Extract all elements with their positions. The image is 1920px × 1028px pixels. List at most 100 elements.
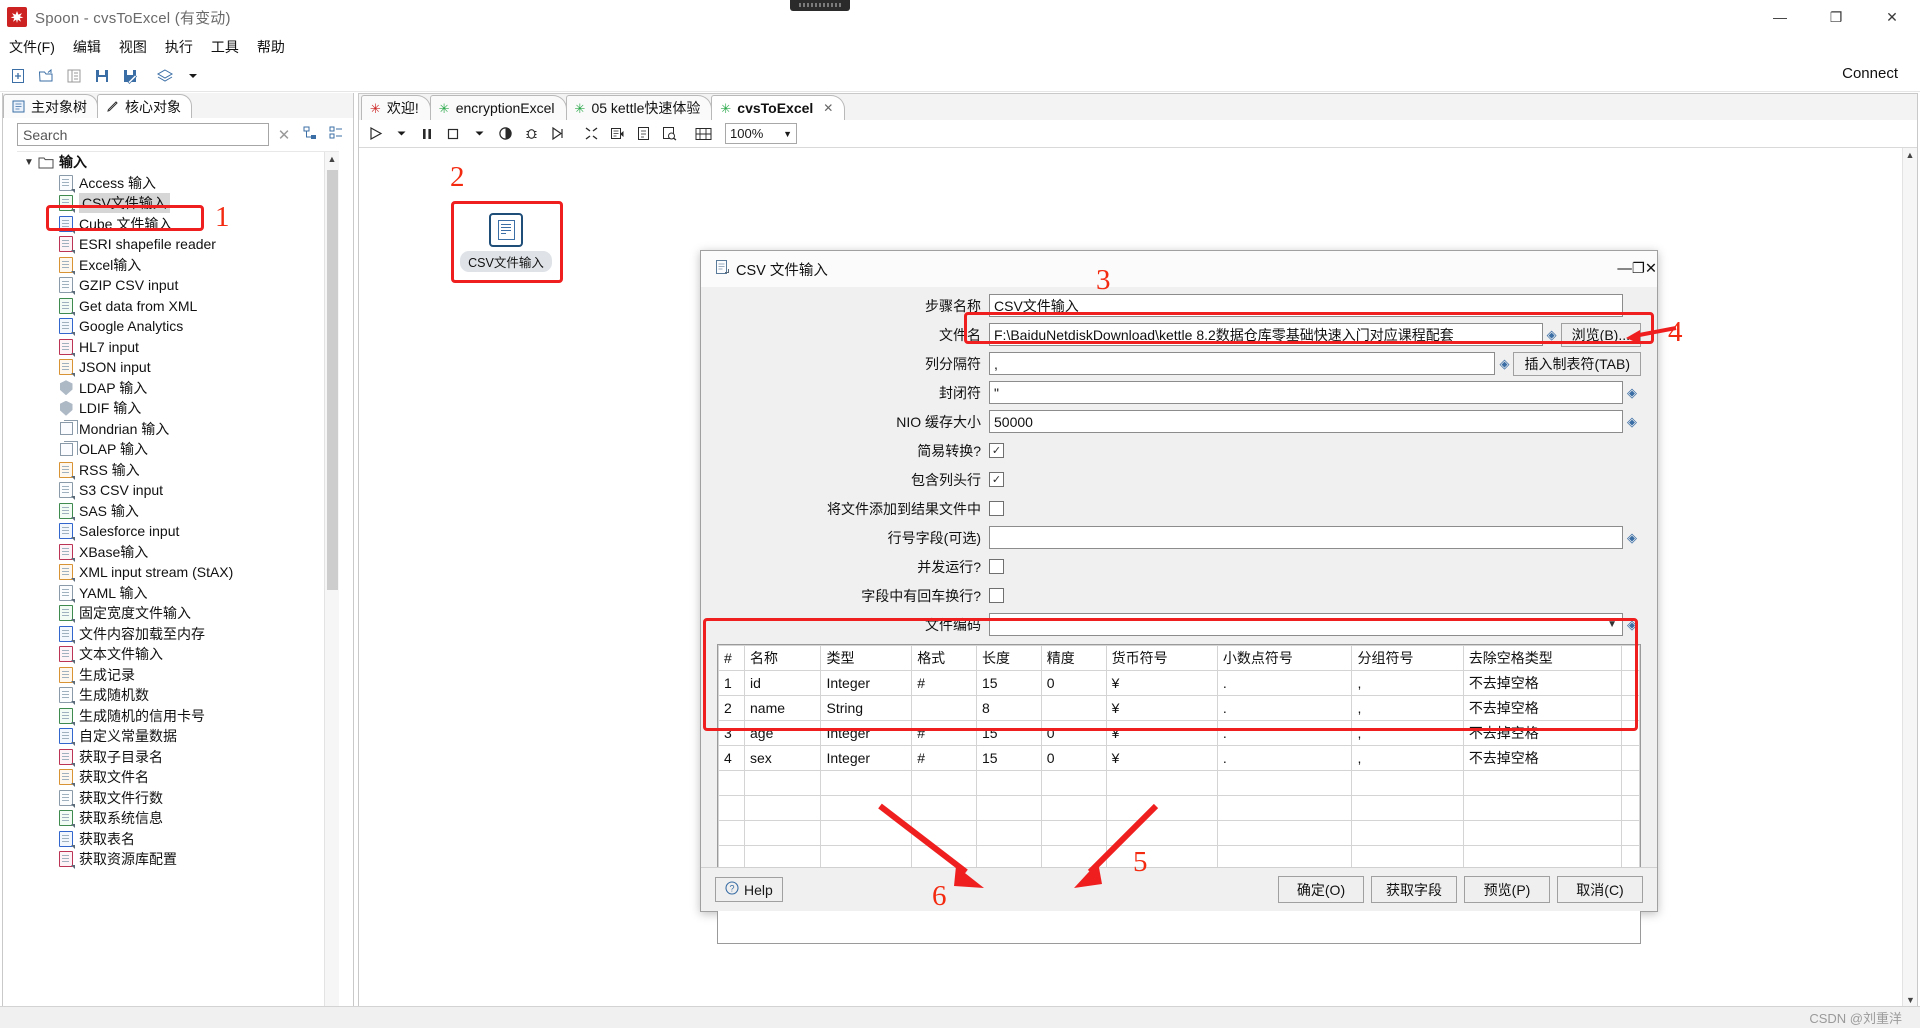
table-cell[interactable]: ¥ [1105, 670, 1218, 696]
tab-kettle-quickstart[interactable]: ✳ 05 kettle快速体验 [565, 95, 713, 120]
table-cell[interactable]: Integer [820, 670, 913, 696]
table-cell[interactable]: id [743, 670, 822, 696]
tree-item-s3-csv[interactable]: S3 CSV input [17, 480, 339, 501]
layers-icon[interactable] [151, 63, 179, 89]
table-cell[interactable]: , [1351, 745, 1464, 771]
help-button[interactable]: ? Help [715, 877, 783, 902]
tree-item-ldif-input[interactable]: LDIF 输入 [17, 398, 339, 419]
open-file-icon[interactable] [32, 63, 60, 89]
dropdown-arrow-icon[interactable] [179, 63, 207, 89]
tree-item-mondrian-input[interactable]: Mondrian 输入 [17, 419, 339, 440]
menu-item-edit[interactable]: 编辑 [64, 35, 110, 59]
save-as-icon[interactable] [116, 63, 144, 89]
variable-icon[interactable]: ◈ [1623, 617, 1641, 633]
menu-item-help[interactable]: 帮助 [248, 35, 294, 59]
table-cell[interactable]: Integer [820, 720, 913, 746]
maximize-button[interactable]: ❐ [1808, 0, 1864, 34]
tree-item-excel-input[interactable]: Excel输入 [17, 255, 339, 276]
tree-item-olap-input[interactable]: OLAP 输入 [17, 439, 339, 460]
expand-all-icon[interactable] [299, 126, 321, 143]
table-cell[interactable]: ¥ [1105, 745, 1218, 771]
table-cell-empty[interactable] [820, 795, 913, 821]
tree-item-generate-random[interactable]: 生成随机数 [17, 685, 339, 706]
table-cell-empty[interactable] [911, 820, 977, 846]
table-cell-empty[interactable] [911, 795, 977, 821]
table-cell-empty[interactable] [1216, 770, 1353, 796]
table-cell[interactable]: 0 [1040, 670, 1107, 696]
column-header[interactable]: 名称 [743, 645, 822, 671]
chevron-down-icon[interactable]: ▼ [783, 129, 792, 139]
table-cell-empty[interactable] [1105, 820, 1218, 846]
search-input[interactable]: Search [17, 123, 269, 146]
tree-item-yaml-input[interactable]: YAML 输入 [17, 583, 339, 604]
table-cell-empty[interactable] [1105, 795, 1218, 821]
close-button[interactable]: ✕ [1864, 0, 1920, 34]
table-cell[interactable]: name [743, 695, 822, 721]
encoding-select[interactable]: ▼ [989, 613, 1623, 636]
transformation-icon[interactable] [579, 122, 603, 146]
table-cell[interactable] [1040, 695, 1107, 721]
scroll-thumb[interactable] [327, 170, 338, 590]
tree-item-constant-data[interactable]: 自定义常量数据 [17, 726, 339, 747]
tree-item-json-input[interactable]: JSON input [17, 357, 339, 378]
table-cell-empty[interactable] [718, 820, 745, 846]
table-cell[interactable]: ¥ [1105, 695, 1218, 721]
table-cell[interactable]: 0 [1040, 720, 1107, 746]
table-cell-empty[interactable] [1040, 770, 1107, 796]
step-name-input[interactable]: CSV文件输入 [989, 294, 1623, 317]
run-dropdown-icon[interactable] [389, 122, 413, 146]
table-cell-empty[interactable] [1216, 795, 1353, 821]
enclosure-input[interactable]: " [989, 381, 1623, 404]
table-cell[interactable]: # [911, 720, 977, 746]
table-cell[interactable]: 不去掉空格 [1462, 670, 1622, 696]
table-cell[interactable]: , [1351, 670, 1464, 696]
table-cell[interactable]: 15 [975, 670, 1042, 696]
tab-core-objects[interactable]: 核心对象 [97, 94, 192, 118]
canvas-vertical-scrollbar[interactable]: ▲ ▼ [1902, 148, 1917, 1008]
collapse-all-icon[interactable] [325, 126, 347, 143]
table-cell[interactable]: 不去掉空格 [1462, 695, 1622, 721]
table-row[interactable]: 2 name String 8 ¥., 不去掉空格 [718, 695, 1640, 721]
table-cell[interactable]: 0 [1040, 745, 1107, 771]
tree-item-esri-shapefile[interactable]: ESRI shapefile reader [17, 234, 339, 255]
tree-item-xbase-input[interactable]: XBase输入 [17, 542, 339, 563]
save-icon[interactable] [88, 63, 116, 89]
inspect-icon[interactable] [657, 122, 681, 146]
table-cell[interactable]: String [820, 695, 913, 721]
chevron-down-icon[interactable]: ▼ [1607, 619, 1617, 630]
column-header[interactable]: 小数点符号 [1216, 645, 1353, 671]
menu-item-view[interactable]: 视图 [110, 35, 156, 59]
chevron-down-icon[interactable]: ▼ [21, 157, 37, 168]
table-cell[interactable]: 8 [975, 695, 1042, 721]
variable-icon[interactable]: ◈ [1543, 327, 1561, 343]
tree-item-xml-data[interactable]: Get data from XML [17, 296, 339, 317]
explore-icon[interactable] [60, 63, 88, 89]
running-parallel-checkbox[interactable] [989, 559, 1004, 574]
replay-icon[interactable] [545, 122, 569, 146]
table-cell[interactable]: . [1216, 720, 1353, 746]
table-row-empty[interactable] [718, 795, 1640, 821]
table-cell[interactable]: , [1351, 720, 1464, 746]
table-cell-empty[interactable] [718, 770, 745, 796]
table-cell-empty[interactable] [1351, 795, 1464, 821]
tree-item-get-file-rowcount[interactable]: 获取文件行数 [17, 788, 339, 809]
table-cell-empty[interactable] [1462, 770, 1622, 796]
tab-welcome[interactable]: ✳ 欢迎! [361, 95, 431, 120]
rownum-field-input[interactable] [989, 526, 1623, 549]
tree-item-salesforce[interactable]: Salesforce input [17, 521, 339, 542]
dialog-minimize-button[interactable]: — [1617, 261, 1632, 277]
tree-item-cube-file-input[interactable]: Cube 文件输入 [17, 214, 339, 235]
scroll-up-arrow-icon[interactable]: ▲ [1903, 148, 1917, 163]
stop-dropdown-icon[interactable] [467, 122, 491, 146]
table-cell[interactable]: , [1351, 695, 1464, 721]
column-header[interactable]: # [718, 645, 745, 671]
table-cell-empty[interactable] [743, 770, 822, 796]
cancel-button[interactable]: 取消(C) [1557, 876, 1643, 903]
new-file-icon[interactable] [4, 63, 32, 89]
table-cell-empty[interactable] [718, 795, 745, 821]
tree-item-get-table-names[interactable]: 获取表名 [17, 829, 339, 850]
clear-x-icon[interactable]: ✕ [273, 126, 295, 144]
canvas-step-csv-file-input[interactable]: CSV文件输入 [460, 206, 552, 278]
table-cell-empty[interactable] [1351, 770, 1464, 796]
variable-icon[interactable]: ◈ [1495, 356, 1513, 372]
